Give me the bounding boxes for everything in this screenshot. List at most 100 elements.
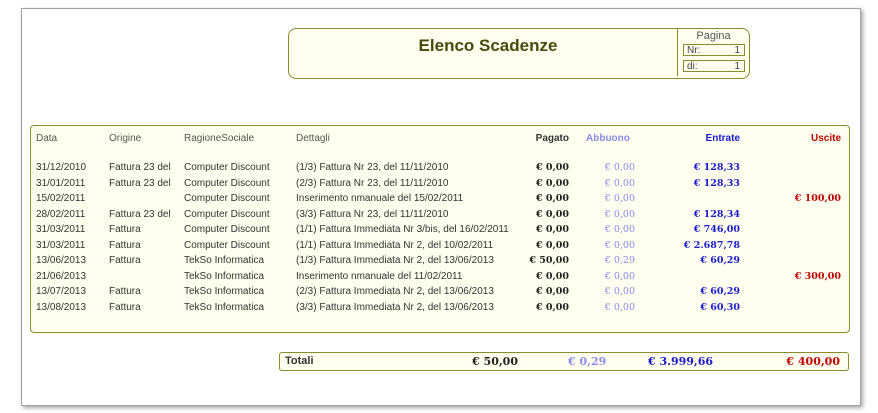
totals-pagato: € 50,00 <box>472 355 518 368</box>
totals-abbuono: € 0,29 <box>568 355 607 368</box>
cell-origine: Fattura 23 del <box>109 208 171 220</box>
cell-data: 31/12/2010 <box>36 162 87 173</box>
cell-data: 31/01/2011 <box>36 177 86 189</box>
cell-dettagli: (3/3) Fattura Nr 23, del 11/11/2010 <box>296 208 449 220</box>
cell-origine: Fattura 23 del <box>109 162 171 173</box>
table-row: 31/03/2011 Fattura Computer Discount (1/1) … <box>31 240 849 255</box>
cell-abbuono: € 0,00 <box>604 208 635 220</box>
table-row: 31/01/2011 Fattura 23 del Computer Discoun… <box>31 178 849 193</box>
report-sheet: Elenco Scadenze Pagina Nr: 1 di: 1 Data … <box>21 8 861 406</box>
table-row: 13/06/2013 Fattura TekSo Informatica (1/3) … <box>31 255 849 270</box>
cell-origine: Fattura <box>109 239 141 251</box>
cell-ragione: Computer Discount <box>184 193 270 204</box>
cell-data: 21/06/2013 <box>36 270 87 282</box>
cell-data: 13/07/2013 <box>36 286 87 297</box>
cell-data: 31/03/2011 <box>36 224 86 235</box>
report-title: Elenco Scadenze <box>418 36 558 55</box>
cell-ragione: Computer Discount <box>184 224 270 235</box>
cell-pagato: € 0,00 <box>535 301 569 313</box>
page-nr-value: 1 <box>734 45 740 56</box>
table-row: 13/07/2013 Fattura TekSo Informatica (2/3) … <box>31 286 849 301</box>
cell-pagato: € 0,00 <box>535 239 569 251</box>
table-row: 31/03/2011 Fattura Computer Discount (1/1) … <box>31 224 849 239</box>
cell-ragione: Computer Discount <box>184 177 270 189</box>
table-row: 13/08/2013 Fattura TekSo Informatica (3/3) … <box>31 302 849 317</box>
table-row: 21/06/2013 TekSo Informatica Inserimento n… <box>31 271 849 286</box>
cell-entrate: € 128,33 <box>693 162 740 173</box>
cell-ragione: Computer Discount <box>184 239 270 251</box>
cell-origine: Fattura <box>109 286 141 297</box>
totals-label: Totali <box>285 355 314 367</box>
cell-data: 28/02/2011 <box>36 208 86 220</box>
cell-pagato: € 0,00 <box>535 193 569 204</box>
cell-entrate: € 60,29 <box>700 255 740 266</box>
cell-abbuono: € 0,00 <box>604 162 635 173</box>
cell-origine: Fattura 23 del <box>109 177 171 189</box>
cell-origine: Fattura <box>109 224 141 235</box>
page-nr-field: Nr: 1 <box>683 44 745 56</box>
page-nr-label: Nr: <box>687 45 701 56</box>
totals-uscite: € 400,00 <box>786 355 840 368</box>
cell-dettagli: (3/3) Fattura Immediata Nr 2, del 13/06/… <box>296 301 494 313</box>
table-row: 31/12/2010 Fattura 23 del Computer Discoun… <box>31 162 849 177</box>
page-di-label: di: <box>687 61 698 72</box>
page-di-field: di: 1 <box>683 60 745 72</box>
col-header-uscite: Uscite <box>810 133 841 144</box>
cell-abbuono: € 0,00 <box>604 270 635 282</box>
cell-abbuono: € 0,00 <box>604 286 635 297</box>
cell-data: 31/03/2011 <box>36 239 86 251</box>
totals-entrate: € 3.999,66 <box>648 355 714 368</box>
page-label: Pagina <box>696 30 731 42</box>
cell-origine: Fattura <box>109 255 141 266</box>
cell-data: 15/02/2011 <box>36 193 86 204</box>
cell-uscite: € 300,00 <box>794 270 841 282</box>
cell-dettagli: (1/1) Fattura Immediata Nr 3/bis, del 16… <box>296 224 509 235</box>
cell-ragione: TekSo Informatica <box>184 270 265 282</box>
cell-ragione: Computer Discount <box>184 208 270 220</box>
cell-ragione: TekSo Informatica <box>184 286 265 297</box>
totals-row: Totali € 50,00 € 0,29 € 3.999,66 € 400,0… <box>279 352 849 371</box>
cell-abbuono: € 0,00 <box>604 177 635 189</box>
cell-uscite: € 100,00 <box>794 193 841 204</box>
cell-origine: Fattura <box>109 301 141 313</box>
cell-entrate: € 746,00 <box>693 224 740 235</box>
cell-pagato: € 0,00 <box>535 224 569 235</box>
col-header-origine: Origine <box>109 133 142 144</box>
col-header-data: Data <box>36 133 58 144</box>
cell-entrate: € 128,34 <box>693 208 740 220</box>
cell-dettagli: Inserimento nmanuale del 11/02/2011 <box>296 270 463 282</box>
cell-abbuono: € 0,00 <box>604 239 635 251</box>
cell-data: 13/06/2013 <box>36 255 87 266</box>
cell-dettagli: Inserimento nmanuale del 15/02/2011 <box>296 193 464 204</box>
table-row: 28/02/2011 Fattura 23 del Computer Discoun… <box>31 209 849 224</box>
cell-dettagli: (1/1) Fattura Immediata Nr 2, del 10/02/… <box>296 239 494 251</box>
cell-abbuono: € 0,00 <box>604 193 635 204</box>
col-header-entrate: Entrate <box>705 133 740 144</box>
cell-entrate: € 60,30 <box>700 301 740 313</box>
cell-pagato: € 0,00 <box>535 208 569 220</box>
cell-abbuono: € 0,29 <box>604 255 635 266</box>
cell-pagato: € 0,00 <box>535 270 569 282</box>
cell-data: 13/08/2013 <box>36 301 87 313</box>
cell-ragione: Computer Discount <box>184 162 270 173</box>
page-indicator: Pagina Nr: 1 di: 1 <box>677 29 749 76</box>
cell-ragione: TekSo Informatica <box>184 301 265 313</box>
cell-entrate: € 60,29 <box>700 286 740 297</box>
detail-table: Data Origine RagioneSociale Dettagli Pag… <box>30 125 850 333</box>
cell-dettagli: (2/3) Fattura Nr 23, del 11/11/2010 <box>296 177 449 189</box>
cell-pagato: € 50,00 <box>529 255 569 266</box>
cell-pagato: € 0,00 <box>535 162 569 173</box>
cell-entrate: € 2.687,78 <box>683 239 740 251</box>
cell-ragione: TekSo Informatica <box>184 255 265 266</box>
cell-pagato: € 0,00 <box>535 286 569 297</box>
page-di-value: 1 <box>734 61 740 72</box>
title-box: Elenco Scadenze Pagina Nr: 1 di: 1 <box>288 28 750 79</box>
col-header-abbuono: Abbuono <box>586 133 630 144</box>
col-header-ragione: RagioneSociale <box>184 133 255 144</box>
cell-abbuono: € 0,00 <box>604 224 635 235</box>
cell-entrate: € 128,33 <box>693 177 740 189</box>
cell-abbuono: € 0,00 <box>604 301 635 313</box>
col-header-pagato: Pagato <box>535 133 569 144</box>
cell-dettagli: (1/3) Fattura Nr 23, del 11/11/2010 <box>296 162 449 173</box>
cell-pagato: € 0,00 <box>535 177 569 189</box>
